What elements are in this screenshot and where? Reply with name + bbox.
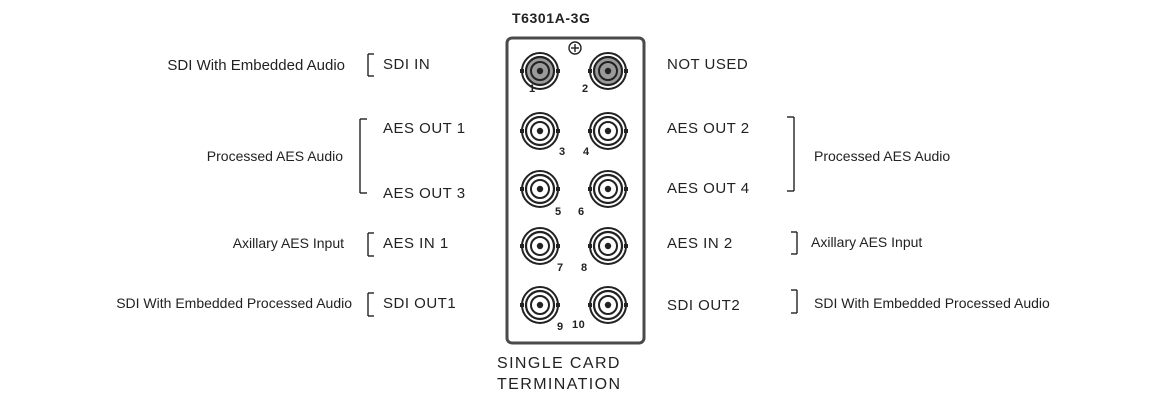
right-bracket-sdi-out-2 (791, 289, 798, 314)
left-bracket-processed-aes (359, 118, 367, 194)
bnc-connector-1-icon (520, 52, 560, 90)
left-desc-processed-aes: Processed AES Audio (206, 148, 343, 164)
port-label-sdi-out-1: SDI OUT1 (383, 295, 457, 312)
port-label-sdi-out-2: SDI OUT2 (667, 297, 741, 314)
right-desc-sdi-out: SDI With Embedded Processed Audio (814, 295, 1050, 311)
left-bracket-aes-in-1 (367, 232, 374, 257)
bnc-connector-6-icon (588, 170, 628, 208)
left-bracket-sdi-in (367, 53, 374, 77)
connector-number-6: 6 (578, 206, 585, 218)
connector-number-4: 4 (583, 146, 590, 158)
bnc-connector-9-icon (520, 286, 560, 324)
bnc-connector-4-icon (588, 112, 628, 150)
left-desc-aux-aes: Axillary AES Input (232, 235, 344, 251)
connector-number-1: 1 (529, 83, 536, 95)
port-label-aes-in-1: AES IN 1 (383, 235, 449, 252)
port-label-aes-in-2: AES IN 2 (667, 235, 733, 252)
port-label-aes-out-3: AES OUT 3 (383, 185, 466, 202)
connector-number-8: 8 (581, 262, 588, 274)
bnc-connector-2-icon (588, 52, 628, 90)
bnc-connector-8-icon (588, 227, 628, 265)
left-desc-sdi-in: SDI With Embedded Audio (167, 57, 345, 74)
left-desc-sdi-out: SDI With Embedded Processed Audio (116, 295, 352, 311)
connector-number-9: 9 (557, 321, 564, 333)
connector-number-2: 2 (582, 83, 589, 95)
connector-number-5: 5 (555, 206, 562, 218)
right-desc-processed-aes: Processed AES Audio (814, 148, 951, 164)
card-title: T6301A-3G (512, 10, 591, 26)
bnc-connector-10-icon (588, 286, 628, 324)
port-label-aes-out-2: AES OUT 2 (667, 120, 750, 137)
footer-line-2: TERMINATION (497, 376, 622, 393)
footer-line-1: SINGLE CARD (497, 355, 621, 372)
bnc-connector-7-icon (520, 227, 560, 265)
connector-number-3: 3 (559, 146, 566, 158)
port-label-aes-out-1: AES OUT 1 (383, 120, 466, 137)
connector-number-7: 7 (557, 262, 564, 274)
port-label-not-used: NOT USED (667, 56, 749, 73)
right-bracket-aes-in-2 (791, 231, 798, 255)
bnc-connector-5-icon (520, 170, 560, 208)
connector-number-10: 10 (572, 319, 586, 331)
port-label-sdi-in: SDI IN (383, 56, 431, 73)
left-bracket-sdi-out-1 (367, 292, 374, 317)
bnc-connector-3-icon (520, 112, 560, 150)
right-bracket-processed-aes (787, 116, 795, 192)
port-label-aes-out-4: AES OUT 4 (667, 180, 750, 197)
right-desc-aux-aes: Axillary AES Input (811, 234, 923, 250)
